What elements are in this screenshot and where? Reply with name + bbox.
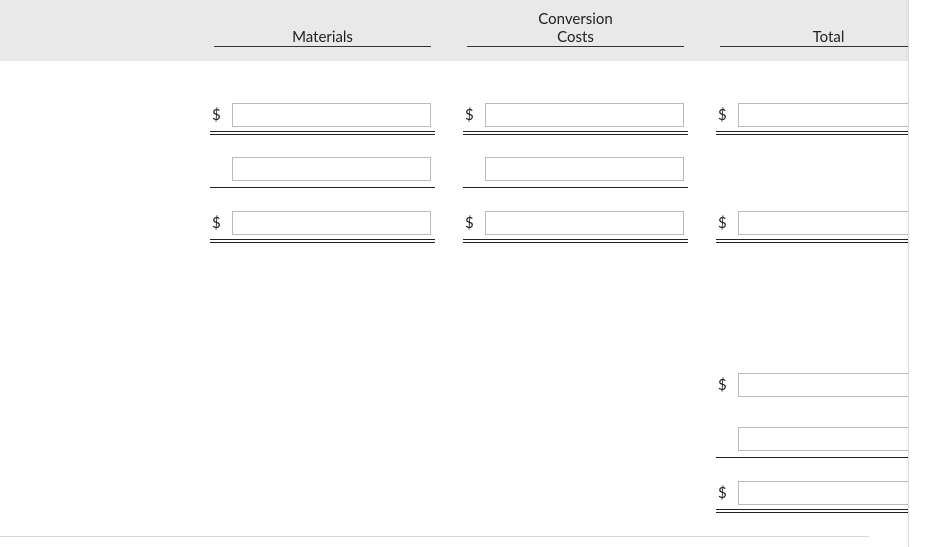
materials-amount-input[interactable] (232, 157, 431, 181)
materials-cell: $ (210, 211, 435, 243)
worksheet-body: $$$$$$$$$$$ (0, 61, 909, 535)
currency-symbol: $ (463, 214, 479, 232)
materials-cell: $ (210, 103, 435, 135)
conversion-amount-input[interactable] (485, 103, 684, 127)
currency-symbol: $ (463, 106, 479, 124)
column-header-conversion-label-line1: Conversion (463, 10, 688, 28)
conversion-cell: $ (463, 103, 688, 135)
column-header-band: Materials Conversion Costs Total (0, 0, 909, 61)
currency-symbol: $ (210, 214, 226, 232)
currency-symbol: $ (210, 106, 226, 124)
column-header-materials: Materials (210, 10, 435, 53)
currency-symbol: $ (716, 214, 732, 232)
materials-amount-input[interactable] (232, 211, 431, 235)
materials-cell: $ (210, 157, 435, 188)
conversion-amount-input[interactable] (485, 211, 684, 235)
column-header-conversion-label-line2: Costs (463, 28, 688, 46)
currency-symbol: $ (716, 106, 732, 124)
conversion-cell: $ (463, 211, 688, 243)
conversion-amount-input[interactable] (485, 157, 684, 181)
materials-amount-input[interactable] (232, 103, 431, 127)
page-root: Materials Conversion Costs Total (0, 0, 949, 547)
content-area: Materials Conversion Costs Total (0, 0, 909, 547)
currency-symbol: $ (716, 484, 732, 502)
column-header-materials-label: Materials (210, 28, 435, 46)
column-header-conversion: Conversion Costs (463, 10, 688, 53)
page-bottom-divider (0, 536, 869, 537)
currency-symbol: $ (716, 376, 732, 394)
conversion-cell: $ (463, 157, 688, 188)
right-sidebar-rail (908, 0, 949, 547)
